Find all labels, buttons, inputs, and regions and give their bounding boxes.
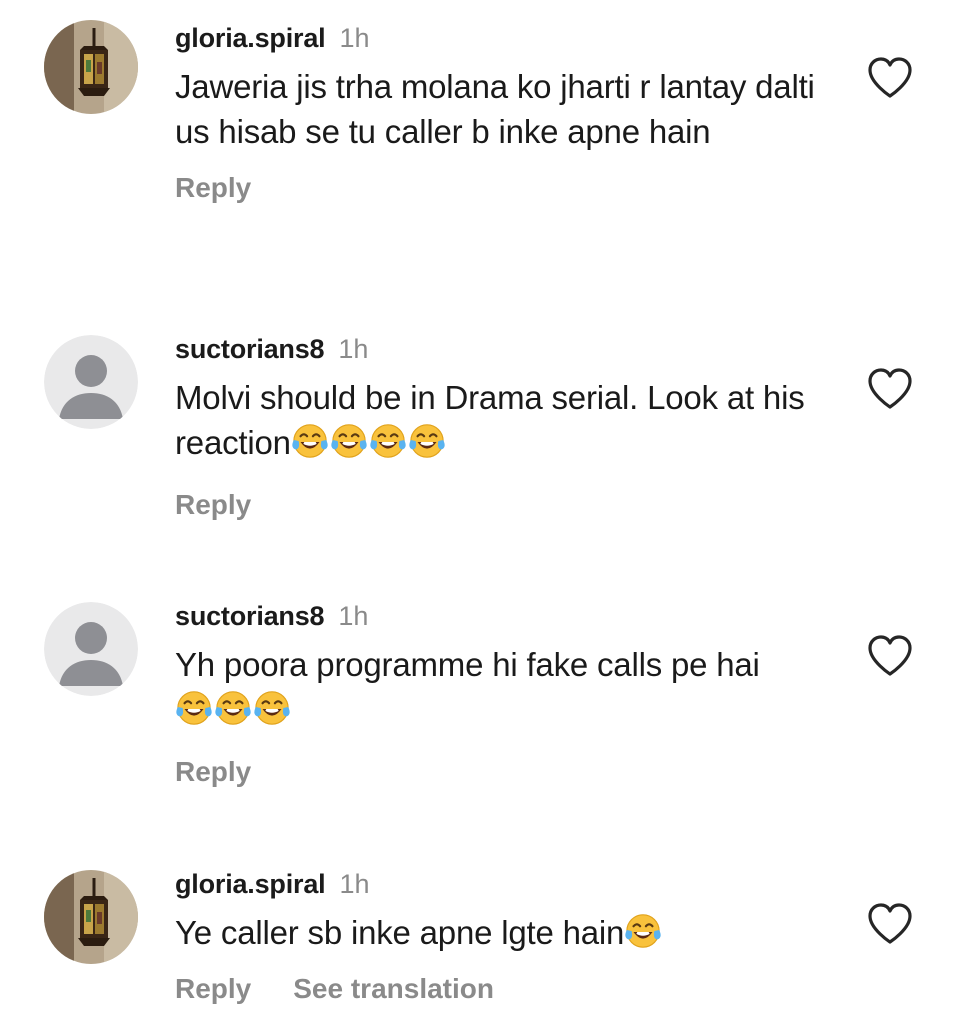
comment-text: Ye caller sb inke apne lgte hain xyxy=(175,910,825,961)
laughing-emoji-group xyxy=(175,689,292,738)
username[interactable]: suctorians8 xyxy=(175,601,325,631)
heart-outline-icon[interactable] xyxy=(866,634,914,678)
laughing-tears-emoji-icon xyxy=(409,424,445,458)
laughing-tears-emoji-icon xyxy=(292,424,328,458)
username[interactable]: gloria.spiral xyxy=(175,869,326,899)
laughing-tears-emoji-icon xyxy=(215,691,251,725)
username[interactable]: suctorians8 xyxy=(175,334,325,364)
reply-button[interactable]: Reply xyxy=(175,172,251,203)
laughing-tears-emoji-icon xyxy=(176,691,212,725)
avatar[interactable] xyxy=(44,870,138,964)
laughing-tears-emoji-icon xyxy=(331,424,367,458)
laughing-tears-emoji-icon xyxy=(370,424,406,458)
timestamp: 1h xyxy=(338,334,369,364)
comment-text: Yh poora programme hi fake calls pe hai xyxy=(175,642,825,738)
comment-text-content: Molvi should be in Drama serial. Look at… xyxy=(175,379,805,461)
reply-button[interactable]: Reply xyxy=(175,756,251,787)
avatar[interactable] xyxy=(44,20,138,114)
reply-button[interactable]: Reply xyxy=(175,973,251,1004)
default-user-avatar-icon xyxy=(44,335,138,429)
laughing-tears-emoji-icon xyxy=(625,914,661,948)
comment-text: Jaweria jis trha molana ko jharti r lant… xyxy=(175,64,825,154)
avatar[interactable] xyxy=(44,602,138,696)
comment-text-content: Jaweria jis trha molana ko jharti r lant… xyxy=(175,68,815,150)
comment-text-content: Ye caller sb inke apne lgte hain xyxy=(175,914,625,951)
username[interactable]: gloria.spiral xyxy=(175,23,326,53)
laughing-emoji-group xyxy=(291,422,447,471)
heart-outline-icon[interactable] xyxy=(866,367,914,411)
comment-text: Molvi should be in Drama serial. Look at… xyxy=(175,375,825,471)
timestamp: 1h xyxy=(339,23,370,53)
avatar[interactable] xyxy=(44,335,138,429)
reply-button[interactable]: Reply xyxy=(175,489,251,520)
heart-outline-icon[interactable] xyxy=(866,902,914,946)
heart-outline-icon[interactable] xyxy=(866,56,914,100)
see-translation-button[interactable]: See translation xyxy=(293,973,494,1004)
lantern-avatar-icon xyxy=(44,20,138,114)
default-user-avatar-icon xyxy=(44,602,138,696)
timestamp: 1h xyxy=(338,601,369,631)
timestamp: 1h xyxy=(339,869,370,899)
laughing-tears-emoji-icon xyxy=(254,691,290,725)
lantern-avatar-icon xyxy=(44,870,138,964)
laughing-emoji-group xyxy=(624,912,663,961)
comment-text-content: Yh poora programme hi fake calls pe hai xyxy=(175,646,760,683)
